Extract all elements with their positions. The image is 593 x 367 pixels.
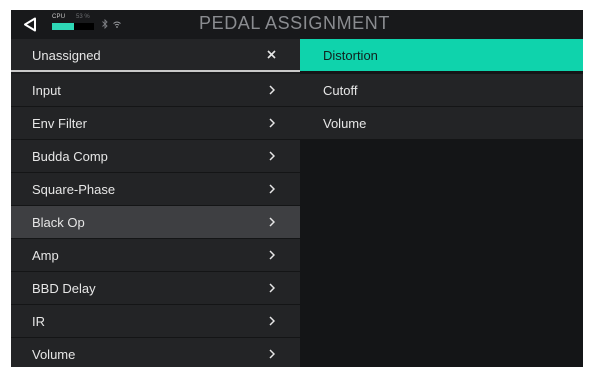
chevron-right-icon [269,184,275,194]
list-item-square-phase[interactable]: Square-Phase [11,173,300,206]
list-item-budda-comp[interactable]: Budda Comp [11,140,300,173]
list-item-label: Amp [32,248,59,263]
list-item-label: Volume [32,347,76,362]
cpu-percent: 53 % [76,14,90,20]
parameter-item-label: Cutoff [323,83,358,98]
list-item-bbd-delay[interactable]: BBD Delay [11,272,300,305]
page-title: PEDAL ASSIGNMENT [199,13,390,33]
list-item-label: Input [32,83,61,98]
parameter-item-cutoff[interactable]: Cutoff [300,74,583,107]
list-item-env-filter[interactable]: Env Filter [11,107,300,140]
list-item-label: IR [32,314,45,329]
list-item-input[interactable]: Input [11,74,300,107]
header-bar: CPU 53 % PEDAL ASSIGNMENT [11,10,583,39]
chevron-right-icon [269,85,275,95]
chevron-right-icon [269,118,275,128]
parameter-item-volume[interactable]: Volume [300,107,583,140]
chevron-right-icon [269,283,275,293]
block-list: Unassigned Input Env Filter Budda Comp S… [11,39,300,367]
list-item-label: Square-Phase [32,182,116,197]
bluetooth-icon [102,19,108,29]
parameter-item-label: Volume [323,116,367,131]
list-item-volume[interactable]: Volume [11,338,300,367]
chevron-right-icon [269,217,275,227]
chevron-right-icon [269,316,275,326]
back-icon[interactable] [23,17,37,32]
list-item-ir[interactable]: IR [11,305,300,338]
chevron-right-icon [269,151,275,161]
parameter-list: Distortion Cutoff Volume [300,39,583,367]
pedal-assignment-screen: CPU 53 % PEDAL ASSIGNMENT Unassigned Inp… [11,10,583,367]
list-item-label: Unassigned [32,48,101,63]
chevron-right-icon [269,349,275,359]
cpu-label: CPU [52,14,66,20]
list-item-unassigned[interactable]: Unassigned [11,39,300,72]
parameter-item-label: Distortion [323,48,378,63]
list-item-label: BBD Delay [32,281,96,296]
list-item-black-op[interactable]: Black Op [11,206,300,239]
chevron-right-icon [269,250,275,260]
parameter-item-distortion[interactable]: Distortion [300,39,583,72]
cpu-meter [52,23,94,30]
list-item-amp[interactable]: Amp [11,239,300,272]
cpu-meter-fill [52,23,75,30]
list-item-label: Env Filter [32,116,87,131]
close-icon[interactable] [267,50,276,59]
wifi-icon [113,21,121,28]
list-item-label: Black Op [32,215,85,230]
list-item-label: Budda Comp [32,149,108,164]
